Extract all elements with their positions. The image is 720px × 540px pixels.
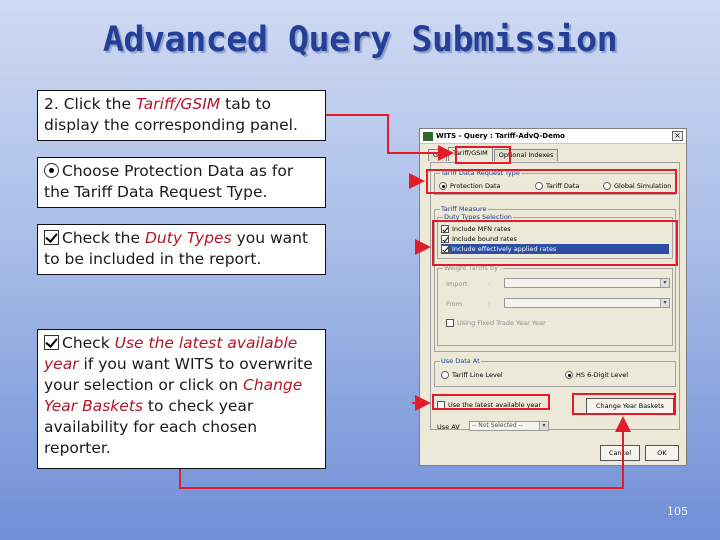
wits-query-dialog: WITS - Query : Tariff-AdvQ-Demo × Ge Tar… bbox=[419, 128, 687, 466]
highlight-request-type bbox=[426, 169, 677, 194]
weight-tariffs-group: Weight Tariffs by : Import : ▾ From : ▾ … bbox=[437, 264, 673, 346]
use-av-label: Use AV bbox=[437, 423, 460, 431]
tab-general[interactable]: Ge bbox=[428, 149, 448, 161]
radio-indicator bbox=[565, 371, 573, 379]
close-button[interactable]: × bbox=[672, 131, 683, 141]
tariff-measure-label: Tariff Measure bbox=[440, 205, 488, 213]
checkbox-fixed-trade-year[interactable]: Using Fixed Trade Year Year bbox=[446, 318, 546, 328]
from-colon: : bbox=[488, 300, 491, 308]
slide-title: Advanced Query Submission bbox=[102, 20, 618, 60]
radio-icon bbox=[44, 163, 59, 178]
dialog-title: WITS - Query : Tariff-AdvQ-Demo bbox=[436, 132, 565, 140]
radio-hs6-level[interactable]: HS 6-Digit Level bbox=[565, 371, 628, 379]
ok-button[interactable]: OK bbox=[645, 445, 679, 461]
chevron-down-icon: ▾ bbox=[660, 299, 669, 307]
use-data-at-group: Use Data At Tariff Line Level HS 6-Digit… bbox=[434, 357, 676, 387]
callout-latest-year: Check Use the latest available year if y… bbox=[37, 329, 326, 469]
callout-protection-data: Choose Protection Data as for the Tariff… bbox=[37, 157, 326, 208]
from-label: From bbox=[446, 300, 463, 308]
dialog-titlebar: WITS - Query : Tariff-AdvQ-Demo × bbox=[420, 129, 686, 144]
chevron-down-icon: ▾ bbox=[660, 279, 669, 287]
highlight-latest-year bbox=[432, 394, 550, 410]
checkbox-indicator bbox=[446, 319, 454, 327]
from-dropdown[interactable]: ▾ bbox=[504, 298, 670, 308]
highlight-tab bbox=[455, 146, 511, 164]
import-label: Import bbox=[446, 280, 468, 288]
callout-duty-types: Check the Duty Types you want to be incl… bbox=[37, 224, 326, 275]
use-data-at-label: Use Data At bbox=[440, 357, 481, 365]
import-colon: : bbox=[488, 280, 491, 288]
wits-app-icon bbox=[423, 131, 433, 141]
import-dropdown[interactable]: ▾ bbox=[504, 278, 670, 288]
page-number: 105 bbox=[667, 505, 688, 518]
cancel-button[interactable]: Cancel bbox=[600, 445, 640, 461]
highlight-change-year bbox=[572, 393, 676, 415]
checkbox-icon bbox=[44, 230, 59, 245]
checkbox-icon bbox=[44, 335, 59, 350]
tariff-gsim-panel: Tariff Data Request Type Protection Data… bbox=[430, 162, 680, 431]
radio-indicator bbox=[441, 371, 449, 379]
callout-tariff-tab: 2. Click the Tariff/GSIM tab to display … bbox=[37, 90, 326, 141]
use-av-dropdown[interactable]: -- Not Selected -- ▾ bbox=[469, 421, 549, 431]
highlight-duty-types bbox=[432, 220, 678, 266]
radio-tariff-line-level[interactable]: Tariff Line Level bbox=[441, 371, 503, 379]
chevron-down-icon: ▾ bbox=[539, 422, 548, 430]
